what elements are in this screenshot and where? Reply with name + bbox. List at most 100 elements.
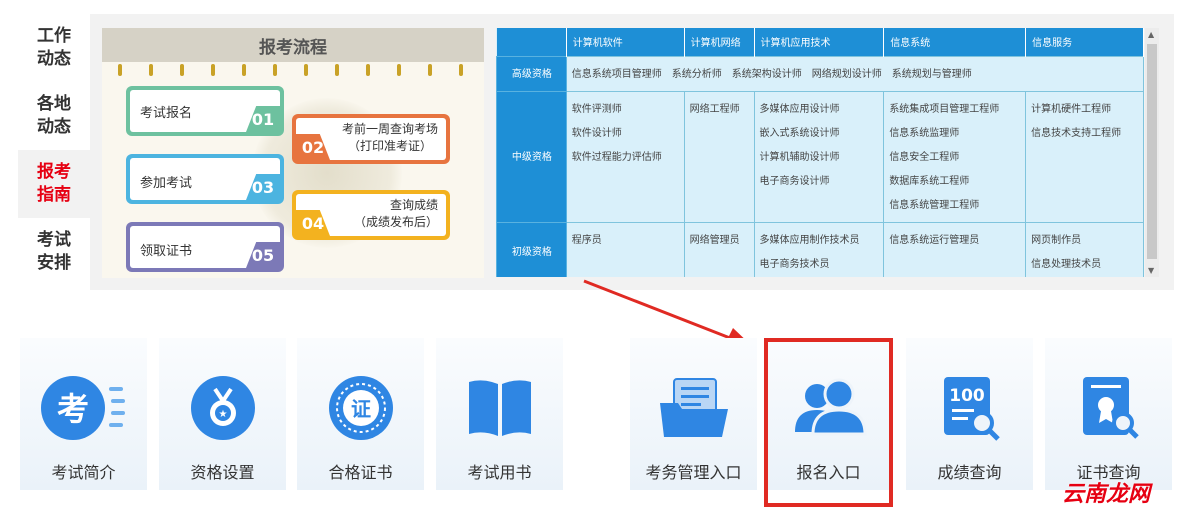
cert-name[interactable]: 系统集成项目管理工程师 — [889, 104, 999, 115]
row-level: 中级资格 — [496, 90, 567, 223]
tile-label: 考务管理入口 — [645, 463, 742, 482]
nav-label-line1: 各地 — [37, 94, 71, 114]
cert-name[interactable]: 多媒体应用制作技术员 — [760, 235, 860, 246]
table-header — [496, 28, 567, 56]
exam-process-graphic: 报考流程 考试报名 01 考前一周查询考场 （打印准考证） 02 参加考试 03… — [102, 28, 484, 278]
nav-item-exam-guide[interactable]: 报考 指南 — [18, 150, 90, 218]
table-header: 计算机应用技术 — [754, 28, 885, 56]
tile-label: 考试简介 — [51, 463, 116, 482]
tile-label: 资格设置 — [190, 463, 255, 482]
cert-name[interactable]: 软件评测师 — [572, 104, 622, 115]
certificate-search-icon — [1045, 368, 1172, 448]
cert-name[interactable]: 电子商务设计师 — [760, 176, 830, 187]
table-header: 计算机软件 — [566, 28, 685, 56]
nav-label-line1: 报考 — [37, 162, 71, 182]
table-cell: 信息系统运行管理员 — [883, 221, 1027, 277]
svg-text:★: ★ — [218, 409, 227, 420]
tile-score-query[interactable]: 100 成绩查询 — [906, 338, 1033, 490]
svg-text:100: 100 — [949, 386, 985, 406]
score-search-icon: 100 — [906, 368, 1033, 448]
nav-item-work-news[interactable]: 工作 动态 — [18, 14, 90, 82]
cert-name[interactable]: 软件设计师 — [572, 128, 622, 139]
nav-label-line1: 工作 — [37, 26, 71, 46]
table-row: 初级资格 程序员 网络管理员 多媒体应用制作技术员 电子商务技术员 信息系统运行管… — [496, 221, 1144, 277]
table-row: 高级资格 信息系统项目管理师 系统分析师 系统架构设计师 网络规划设计师 系统规… — [496, 55, 1144, 92]
medal-icon: ★ — [159, 368, 286, 448]
tile-label: 考试用书 — [467, 463, 532, 482]
certificate-seal-icon: 证 — [297, 368, 424, 448]
table-header: 信息服务 — [1025, 28, 1144, 56]
nav-label-line2: 动态 — [37, 49, 71, 69]
cert-name[interactable]: 软件过程能力评估师 — [572, 152, 662, 163]
tile-exam-books[interactable]: 考试用书 — [436, 338, 563, 490]
tile-certificate[interactable]: 证 合格证书 — [297, 338, 424, 490]
tile-label: 合格证书 — [328, 463, 393, 482]
tile-exam-intro[interactable]: 考 考试简介 — [20, 338, 147, 490]
step-card-03: 参加考试 03 — [126, 154, 284, 204]
highlight-box — [764, 338, 893, 507]
tile-label: 成绩查询 — [937, 463, 1002, 482]
folder-documents-icon — [630, 368, 757, 448]
exam-intro-icon: 考 — [20, 368, 147, 448]
cert-name[interactable]: 信息技术支持工程师 — [1031, 128, 1121, 139]
step-text: 查询成绩 （成绩发布后） — [353, 198, 438, 229]
watermark-part2: 龙网 — [1106, 482, 1151, 507]
table-header-row: 计算机软件 计算机网络 计算机应用技术 信息系统 信息服务 — [496, 28, 1144, 56]
scroll-down-icon[interactable]: ▼ — [1148, 266, 1154, 275]
nav-label-line2: 指南 — [37, 185, 71, 205]
cert-name[interactable]: 信息系统管理工程师 — [889, 200, 979, 211]
row-level: 高级资格 — [496, 55, 567, 92]
table-header: 计算机网络 — [684, 28, 755, 56]
row-level: 初级资格 — [496, 221, 567, 277]
left-nav: 工作 动态 各地 动态 报考 指南 考试 安排 — [18, 14, 90, 286]
tile-qualification-settings[interactable]: ★ 资格设置 — [159, 338, 286, 490]
cert-name[interactable]: 程序员 — [572, 235, 602, 246]
nav-item-exam-schedule[interactable]: 考试 安排 — [18, 218, 90, 286]
step-card-02: 考前一周查询考场 （打印准考证） 02 — [292, 114, 450, 164]
nav-label-line2: 安排 — [37, 253, 71, 273]
table-cell: 多媒体应用设计师 嵌入式系统设计师 计算机辅助设计师 电子商务设计师 — [753, 90, 885, 223]
step-text: 参加考试 — [140, 176, 193, 191]
table-cell: 多媒体应用制作技术员 电子商务技术员 — [753, 221, 885, 277]
cert-name[interactable]: 网络管理员 — [690, 235, 740, 246]
table-cell: 软件评测师软件设计师软件过程能力评估师 — [565, 90, 685, 223]
cert-name[interactable]: 网络工程师 — [690, 104, 740, 115]
cert-name[interactable]: 多媒体应用设计师 — [760, 104, 840, 115]
table-header: 信息系统 — [883, 28, 1027, 56]
cert-name[interactable]: 信息系统监理师 — [889, 128, 959, 139]
tile-certificate-query[interactable]: 证书查询 — [1045, 338, 1172, 490]
table-row: 中级资格 软件评测师软件设计师软件过程能力评估师 网络工程师 多媒体应用设计师嵌… — [496, 90, 1144, 223]
cert-name[interactable]: 电子商务技术员 — [760, 259, 830, 270]
tile-exam-admin-entry[interactable]: 考务管理入口 — [630, 338, 757, 490]
table-cell: 网络工程师 — [683, 90, 755, 223]
table-cell: 程序员 — [565, 221, 685, 277]
cert-name[interactable]: 数据库系统工程师 — [889, 176, 969, 187]
step-text: 领取证书 — [140, 244, 193, 259]
notebook-rings — [102, 62, 484, 76]
table-scrollbar[interactable]: ▲ ▼ — [1145, 28, 1159, 277]
scrollbar-thumb[interactable] — [1147, 44, 1157, 259]
svg-text:证: 证 — [351, 397, 371, 421]
qualification-table: 计算机软件 计算机网络 计算机应用技术 信息系统 信息服务 高级资格 信息系统项… — [496, 28, 1144, 277]
cert-name[interactable]: 计算机辅助设计师 — [760, 152, 840, 163]
cert-name[interactable]: 计算机硬件工程师 — [1031, 104, 1111, 115]
nav-item-regional-news[interactable]: 各地 动态 — [18, 82, 90, 150]
table-cell: 信息系统项目管理师 系统分析师 系统架构设计师 网络规划设计师 系统规划与管理师 — [565, 55, 1144, 92]
table-cell: 网页制作员信息处理技术员 — [1025, 221, 1144, 277]
svg-text:考: 考 — [56, 390, 88, 428]
process-title: 报考流程 — [102, 28, 484, 62]
cert-name[interactable]: 信息安全工程师 — [889, 152, 959, 163]
step-card-05: 领取证书 05 — [126, 222, 284, 272]
cert-name[interactable]: 嵌入式系统设计师 — [760, 128, 840, 139]
table-cell: 系统集成项目管理工程师 信息系统监理师 信息安全工程师 数据库系统工程师 信息系统管理工… — [883, 90, 1027, 223]
cert-name[interactable]: 信息处理技术员 — [1031, 259, 1101, 270]
step-text: 考前一周查询考场 （打印准考证） — [341, 122, 438, 153]
cert-name[interactable]: 信息系统运行管理员 — [889, 235, 979, 246]
nav-label-line2: 动态 — [37, 117, 71, 137]
table-cell: 网络管理员 — [683, 221, 755, 277]
scroll-up-icon[interactable]: ▲ — [1148, 30, 1154, 39]
watermark-part1: 云南 — [1062, 482, 1107, 507]
step-text: 考试报名 — [140, 106, 193, 121]
cert-name[interactable]: 网页制作员 — [1031, 235, 1081, 246]
watermark-logo: 云南龙网 — [1062, 476, 1150, 508]
